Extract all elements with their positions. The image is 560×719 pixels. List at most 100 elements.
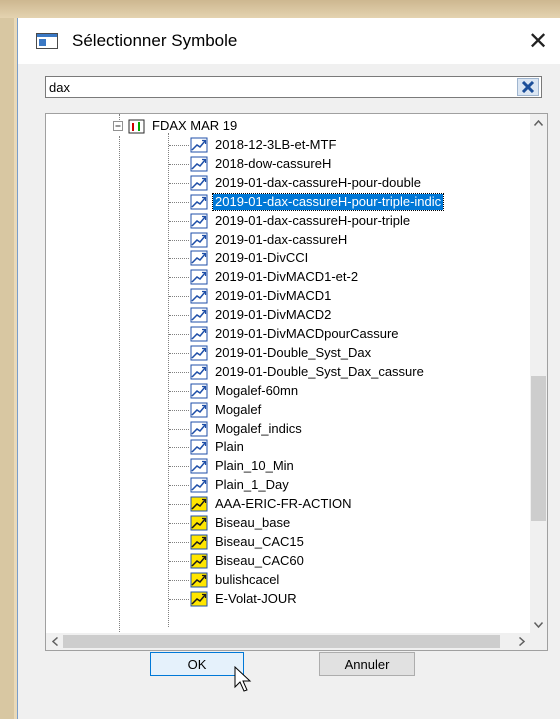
chart-icon-blue — [190, 232, 208, 247]
chart-icon-blue — [190, 364, 208, 380]
chart-icon-yellow — [190, 515, 208, 531]
cancel-button[interactable]: Annuler — [319, 652, 415, 676]
tree-item-label: Mogalef-60mn — [215, 382, 299, 398]
scroll-right-icon[interactable] — [513, 633, 530, 650]
tree-connector — [169, 182, 189, 184]
tree-item-label: 2019-01-Double_Syst_Dax_cassure — [215, 363, 424, 379]
background-edge — [0, 0, 14, 719]
chart-icon-blue — [190, 477, 208, 493]
tree-item[interactable]: Mogalef_indics — [190, 420, 304, 438]
chart-icon-blue — [190, 137, 208, 153]
tree-item[interactable]: 2019-01-Double_Syst_Dax — [190, 344, 373, 362]
tree-item[interactable]: 2019-01-DivMACD1 — [190, 287, 333, 305]
tree-guide — [168, 133, 169, 627]
tree-connector — [169, 485, 189, 487]
clear-search-button[interactable] — [517, 78, 539, 96]
tree-item[interactable]: 2019-01-DivMACD2 — [190, 306, 333, 324]
tree-item[interactable]: 2019-01-DivCCI — [190, 249, 310, 267]
tree-item-label: 2018-12-3LB-et-MTF — [215, 137, 337, 152]
tree-item-label: Mogalef_indics — [215, 420, 302, 436]
tree-item[interactable]: 2019-01-Double_Syst_Dax_cassure — [190, 363, 426, 381]
tree-connector — [169, 428, 189, 430]
select-symbol-dialog: Sélectionner Symbole ✕ FDAX MAR — [17, 18, 560, 719]
tree-item-label: 2019-01-dax-cassureH-pour-triple-indic — [211, 192, 445, 211]
search-input[interactable] — [49, 78, 489, 96]
tree-item-label: Biseau_base — [215, 515, 291, 530]
tree-connector — [169, 447, 189, 449]
mouse-cursor-icon — [234, 666, 252, 692]
chart-icon-blue — [190, 213, 208, 229]
tree-item[interactable]: Biseau_CAC60 — [190, 552, 306, 570]
tree-item[interactable]: 2018-12-3LB-et-MTF — [190, 136, 338, 154]
tree-item[interactable]: Biseau_base — [190, 514, 292, 532]
tree-item[interactable]: Plain_1_Day — [190, 476, 291, 494]
tree-item[interactable]: 2019-01-dax-cassureH-pour-double — [190, 174, 423, 192]
close-button[interactable]: ✕ — [515, 18, 560, 64]
tree-item-label: Plain — [215, 439, 244, 455]
tree-item-label: Plain_10_Min — [215, 458, 294, 474]
chart-icon-blue — [190, 175, 208, 191]
tree-item[interactable]: 2018-dow-cassureH — [190, 155, 333, 173]
vertical-scrollbar[interactable] — [530, 114, 547, 633]
chart-icon-yellow — [190, 534, 208, 550]
background-top — [0, 0, 560, 18]
chart-icon-blue — [190, 194, 208, 210]
tree-item[interactable]: 2019-01-dax-cassureH-pour-triple — [190, 212, 412, 230]
tree-item[interactable]: 2019-01-DivMACD1-et-2 — [190, 268, 360, 286]
tree-item-label: bulishcacel — [215, 571, 280, 587]
title-bar: Sélectionner Symbole ✕ — [18, 18, 560, 64]
tree-item-label: 2019-01-DivCCI — [215, 250, 309, 266]
dialog-title: Sélectionner Symbole — [72, 31, 238, 50]
tree-connector — [169, 541, 189, 543]
tree-item[interactable]: 2019-01-dax-cassureH-pour-triple-indic — [190, 192, 445, 211]
tree-parent-label: FDAX MAR 19 — [152, 118, 238, 133]
tree-item[interactable]: Biseau_CAC15 — [190, 533, 306, 551]
tree-item[interactable]: Plain — [190, 438, 246, 456]
scroll-left-icon[interactable] — [46, 633, 63, 650]
tree-connector — [169, 163, 189, 165]
tree-connector — [169, 409, 189, 411]
vertical-scroll-thumb[interactable] — [531, 376, 546, 521]
tree-item[interactable]: bulishcacel — [190, 571, 281, 589]
folder-chart-icon — [128, 119, 145, 133]
tree-connector — [169, 220, 189, 222]
tree-item-label: Biseau_CAC15 — [215, 533, 304, 549]
symbol-tree[interactable]: FDAX MAR 19 2018-12-3LB-et-MTF 2018-dow-c… — [45, 113, 548, 651]
tree-connector — [169, 466, 189, 468]
tree-item-label: 2019-01-DivMACD2 — [215, 307, 332, 323]
tree-item[interactable]: 2019-01-DivMACDpourCassure — [190, 325, 401, 343]
tree-item[interactable]: E-Volat-JOUR — [190, 590, 299, 608]
tree-item[interactable]: Mogalef — [190, 401, 263, 419]
window-icon — [36, 33, 58, 49]
scroll-up-icon[interactable] — [530, 114, 547, 131]
close-icon: ✕ — [527, 27, 549, 55]
tree-item-label: 2019-01-DivMACD1 — [215, 288, 332, 304]
clear-icon — [521, 81, 535, 93]
tree-item[interactable]: Plain_10_Min — [190, 457, 296, 475]
tree-guide — [119, 136, 120, 644]
tree-item-label: Plain_1_Day — [215, 477, 289, 493]
tree-connector — [169, 296, 189, 298]
tree-connector — [169, 390, 189, 392]
tree-item[interactable]: AAA-ERIC-FR-ACTION — [190, 495, 354, 513]
tree-item-label: 2019-01-DivMACD1-et-2 — [215, 269, 359, 285]
chart-icon-blue — [190, 402, 208, 418]
horizontal-scrollbar[interactable] — [46, 633, 530, 650]
tree-item-label: 2018-dow-cassureH — [215, 155, 332, 171]
tree-connector — [169, 352, 189, 354]
chart-icon-blue — [190, 458, 208, 474]
ok-button[interactable]: OK — [150, 652, 244, 676]
tree-connector — [169, 371, 189, 373]
chart-icon-blue — [190, 156, 208, 172]
scroll-down-icon[interactable] — [530, 616, 547, 633]
tree-connector — [169, 579, 189, 581]
tree-parent-node[interactable]: FDAX MAR 19 — [113, 117, 239, 135]
tree-connector — [169, 277, 189, 279]
tree-item[interactable]: Mogalef-60mn — [190, 382, 300, 400]
tree-item-label: E-Volat-JOUR — [215, 590, 297, 606]
tree-item-label: Biseau_CAC60 — [215, 552, 304, 568]
tree-item-label: 2019-01-Double_Syst_Dax — [215, 344, 372, 360]
tree-item[interactable]: 2019-01-dax-cassureH — [190, 231, 349, 249]
search-field — [45, 76, 542, 98]
horizontal-scroll-thumb[interactable] — [63, 635, 500, 648]
